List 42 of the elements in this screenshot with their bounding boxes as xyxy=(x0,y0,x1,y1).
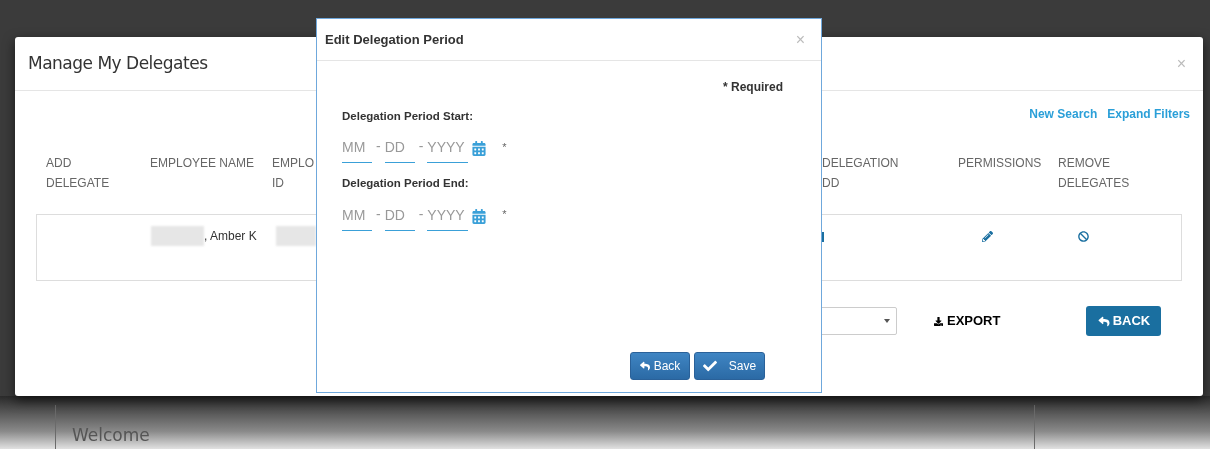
date-input[interactable]: MM xyxy=(342,137,372,164)
calendar-icon[interactable] xyxy=(472,208,487,224)
column-header: DELEGATION DD xyxy=(822,155,899,192)
save-button[interactable]: Save xyxy=(694,352,765,380)
remove-icon[interactable] xyxy=(1078,231,1089,242)
date-separator: - xyxy=(418,204,424,224)
date-separator: - xyxy=(376,137,381,157)
column-header: REMOVE DELEGATES xyxy=(1058,155,1130,192)
redacted-block xyxy=(276,226,316,246)
date-input[interactable]: MM xyxy=(342,204,372,231)
required-mark: * xyxy=(502,207,507,222)
caret-icon xyxy=(884,319,890,323)
column-header: PERMISSIONS xyxy=(958,155,1042,172)
back-button[interactable]: BACK xyxy=(1086,306,1162,336)
redacted-block xyxy=(151,226,204,246)
required-note: * Required xyxy=(723,79,783,96)
reply-icon xyxy=(639,361,650,371)
dialog-title: Edit Delegation Period xyxy=(325,30,464,49)
calendar-icon[interactable] xyxy=(472,141,487,157)
date-input[interactable]: YYYY xyxy=(427,137,469,164)
edit-icon[interactable] xyxy=(982,231,993,242)
download-icon xyxy=(934,316,943,326)
date-input[interactable]: DD xyxy=(384,137,415,164)
column-header: EMPLOYEE NAME xyxy=(150,155,255,172)
date-input[interactable]: YYYY xyxy=(427,204,469,231)
filter-link[interactable]: Expand Filters xyxy=(1107,105,1190,123)
modal-title: Manage My Delegates xyxy=(28,51,208,75)
field-label: Delegation Period Start: xyxy=(342,109,474,124)
filter-link[interactable]: New Search xyxy=(1029,105,1098,123)
column-header: EMPLO ID xyxy=(272,155,314,192)
column-header: ADD DELEGATE xyxy=(46,155,110,192)
date-separator: - xyxy=(418,137,424,157)
required-mark: * xyxy=(502,139,507,155)
welcome-heading: Welcome xyxy=(72,425,150,445)
reply-icon xyxy=(1097,315,1110,327)
date-input[interactable]: DD xyxy=(384,204,415,231)
check-icon xyxy=(702,359,717,373)
employee-name: , Amber K xyxy=(204,228,257,245)
back-button[interactable]: Back xyxy=(630,352,690,380)
export-button[interactable]: EXPORT xyxy=(934,311,1001,331)
field-label: Delegation Period End: xyxy=(342,176,470,192)
date-separator: - xyxy=(376,204,381,224)
